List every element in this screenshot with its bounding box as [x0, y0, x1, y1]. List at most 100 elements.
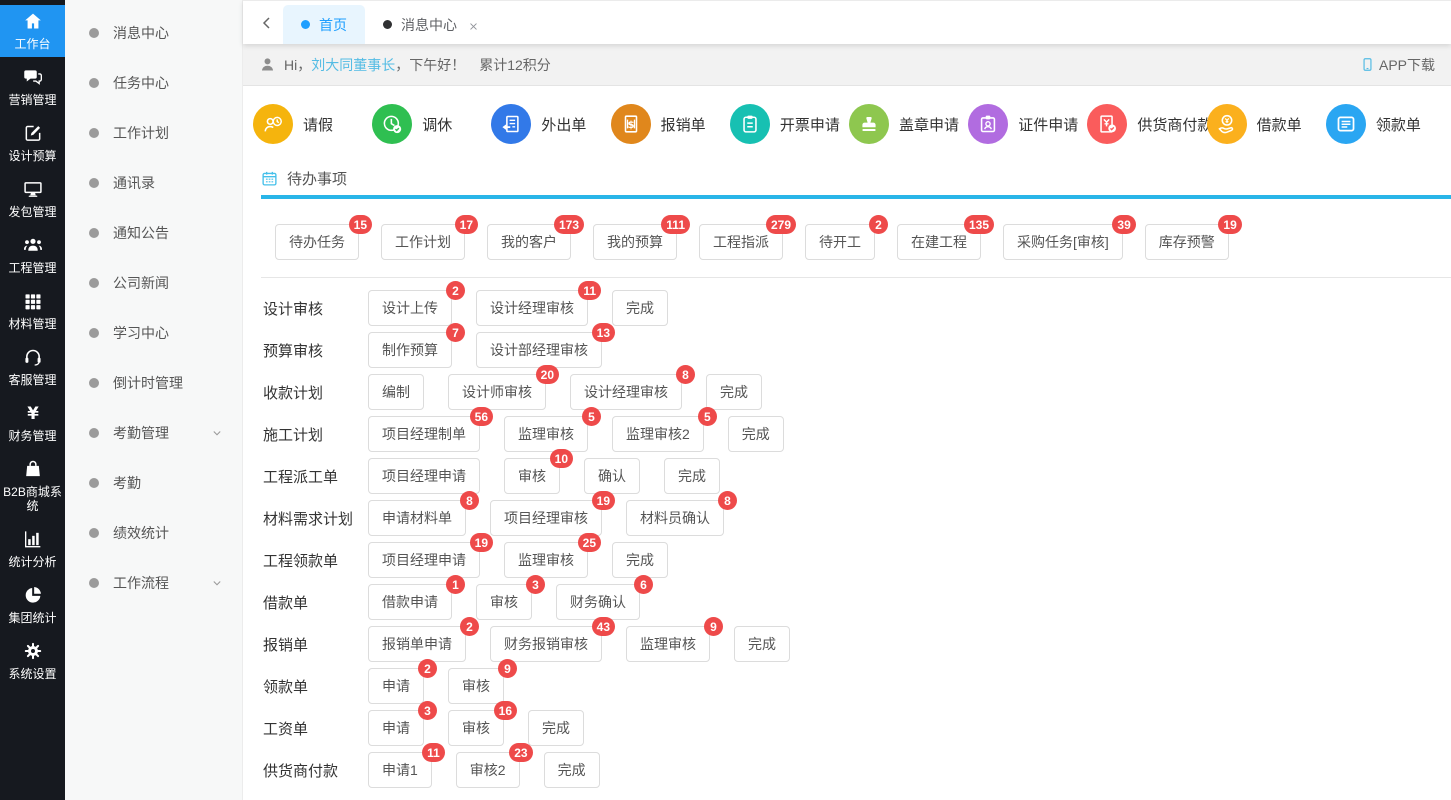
- submenu-item[interactable]: 倒计时管理: [65, 358, 242, 408]
- workflow-step-button[interactable]: 确认: [584, 458, 640, 494]
- submenu-item[interactable]: 通讯录: [65, 158, 242, 208]
- submenu-item[interactable]: 绩效统计: [65, 508, 242, 558]
- workflow-step-button[interactable]: 完成: [612, 290, 668, 326]
- submenu-item[interactable]: 公司新闻: [65, 258, 242, 308]
- grid-icon: [23, 291, 43, 311]
- workflow-step-button[interactable]: 设计经理审核 11: [476, 290, 588, 326]
- submenu-item[interactable]: 消息中心: [65, 8, 242, 58]
- stat-button[interactable]: 待开工 2: [805, 224, 875, 260]
- quick-action[interactable]: 证件申请: [968, 104, 1087, 144]
- submenu-item[interactable]: 工作计划: [65, 108, 242, 158]
- count-badge: 3: [526, 575, 545, 594]
- workflow-step-button[interactable]: 申请材料单 8: [368, 500, 466, 536]
- stat-button[interactable]: 库存预警 19: [1145, 224, 1229, 260]
- submenu-item[interactable]: 通知公告: [65, 208, 242, 258]
- quick-action[interactable]: 开票申请: [730, 104, 849, 144]
- workflow-step-button[interactable]: 审核 16: [448, 710, 504, 746]
- quick-action[interactable]: 领款单: [1326, 104, 1445, 144]
- workflow-step-button[interactable]: 项目经理申请: [368, 458, 480, 494]
- phone-icon: [1360, 57, 1375, 72]
- sidebar-item-edit[interactable]: 设计预算: [0, 117, 65, 169]
- workflow-step-button[interactable]: 项目经理审核 19: [490, 500, 602, 536]
- workflow-step-button[interactable]: 监理审核2 5: [612, 416, 704, 452]
- primary-sidebar: 工作台 营销管理 设计预算 发包管理 工程管理 材料管理 客服管理 财务管理 B…: [0, 0, 65, 800]
- workflow-step-button[interactable]: 项目经理制单 56: [368, 416, 480, 452]
- sidebar-item-chat[interactable]: 营销管理: [0, 61, 65, 113]
- workflow-step-button[interactable]: 完成: [734, 626, 790, 662]
- stat-button[interactable]: 工程指派 279: [699, 224, 783, 260]
- quick-action[interactable]: 外出单: [491, 104, 610, 144]
- workflow-step-button[interactable]: 制作预算 7: [368, 332, 452, 368]
- workflow-step-button[interactable]: 报销单申请 2: [368, 626, 466, 662]
- workflow-step-button[interactable]: 审核2 23: [456, 752, 520, 788]
- app-download-link[interactable]: APP下载: [1360, 55, 1435, 75]
- workflow-step-button[interactable]: 监理审核 9: [626, 626, 710, 662]
- workflow-step-button[interactable]: 材料员确认 8: [626, 500, 724, 536]
- stat-button[interactable]: 采购任务[审核] 39: [1003, 224, 1123, 260]
- quick-action[interactable]: 请假: [253, 104, 372, 144]
- stat-button[interactable]: 待办任务 15: [275, 224, 359, 260]
- stat-button[interactable]: 工作计划 17: [381, 224, 465, 260]
- sidebar-item-pie[interactable]: 集团统计: [0, 579, 65, 631]
- tab-label: 消息中心: [401, 15, 457, 35]
- tab[interactable]: 消息中心: [365, 5, 497, 44]
- sidebar-item-yen[interactable]: 财务管理: [0, 397, 65, 449]
- sidebar-item-headset[interactable]: 客服管理: [0, 341, 65, 393]
- workflow-step-button[interactable]: 设计上传 2: [368, 290, 452, 326]
- workflow-step-button[interactable]: 完成: [528, 710, 584, 746]
- submenu-item[interactable]: 考勤: [65, 458, 242, 508]
- submenu-item[interactable]: 工作流程: [65, 558, 242, 608]
- todo-button-label: 设计经理审核: [584, 384, 668, 400]
- workflow-step-button[interactable]: 完成: [706, 374, 762, 410]
- sidebar-item-users[interactable]: 工程管理: [0, 229, 65, 281]
- count-badge: 111: [661, 215, 690, 234]
- workflow-step-button[interactable]: 申请 2: [368, 668, 424, 704]
- quick-action[interactable]: 盖章申请: [849, 104, 968, 144]
- sidebar-item-label: 营销管理: [8, 93, 56, 107]
- quick-action[interactable]: 报销单: [611, 104, 730, 144]
- stat-button[interactable]: 我的客户 173: [487, 224, 571, 260]
- sidebar-item-gear[interactable]: 系统设置: [0, 635, 65, 687]
- workflow-step-button[interactable]: 完成: [544, 752, 600, 788]
- workflow-step-button[interactable]: 完成: [664, 458, 720, 494]
- todo-button-label: 监理审核: [640, 636, 696, 652]
- workflow-step-button[interactable]: 项目经理申请 19: [368, 542, 480, 578]
- submenu-item[interactable]: 考勤管理: [65, 408, 242, 458]
- workflow-step-button[interactable]: 审核 9: [448, 668, 504, 704]
- workflow-step-button[interactable]: 申请 3: [368, 710, 424, 746]
- sidebar-item-chart[interactable]: 统计分析: [0, 523, 65, 575]
- workflow-step-button[interactable]: 财务报销审核 43: [490, 626, 602, 662]
- workflow-step-button[interactable]: 完成: [612, 542, 668, 578]
- quick-action[interactable]: 调休: [372, 104, 491, 144]
- todo-button-label: 审核: [462, 678, 490, 694]
- close-icon[interactable]: [468, 19, 479, 30]
- workflow-step-button[interactable]: 监理审核 5: [504, 416, 588, 452]
- submenu-item[interactable]: 学习中心: [65, 308, 242, 358]
- workflow-step-button[interactable]: 审核 10: [504, 458, 560, 494]
- workflow-row: 材料需求计划 申请材料单 8 项目经理审核 19 材料员确认 8: [263, 501, 1451, 535]
- workflow-step-button[interactable]: 审核 3: [476, 584, 532, 620]
- submenu-item[interactable]: 任务中心: [65, 58, 242, 108]
- user-name-link[interactable]: 刘大同董事长: [311, 55, 395, 75]
- workflow-step-button[interactable]: 监理审核 25: [504, 542, 588, 578]
- quick-action[interactable]: 借款单: [1207, 104, 1326, 144]
- chevron-left-icon[interactable]: [259, 15, 275, 31]
- workflow-step-button[interactable]: 申请1 11: [368, 752, 432, 788]
- sidebar-item-home[interactable]: 工作台: [0, 5, 65, 57]
- stat-button[interactable]: 我的预算 111: [593, 224, 677, 260]
- workflow-step-button[interactable]: 设计经理审核 8: [570, 374, 682, 410]
- quick-action[interactable]: 供货商付款: [1087, 104, 1206, 144]
- todo-button-label: 确认: [598, 468, 626, 484]
- workflow-row-label: 工程领款单: [263, 550, 368, 571]
- stat-button[interactable]: 在建工程 135: [897, 224, 981, 260]
- sidebar-item-bag[interactable]: B2B商城系统: [0, 453, 65, 519]
- workflow-step-button[interactable]: 财务确认 6: [556, 584, 640, 620]
- workflow-step-button[interactable]: 编制: [368, 374, 424, 410]
- workflow-step-button[interactable]: 借款申请 1: [368, 584, 452, 620]
- workflow-step-button[interactable]: 完成: [728, 416, 784, 452]
- workflow-step-button[interactable]: 设计师审核 20: [448, 374, 546, 410]
- tab[interactable]: 首页: [283, 5, 365, 44]
- sidebar-item-grid[interactable]: 材料管理: [0, 285, 65, 337]
- workflow-step-button[interactable]: 设计部经理审核 13: [476, 332, 602, 368]
- sidebar-item-desktop[interactable]: 发包管理: [0, 173, 65, 225]
